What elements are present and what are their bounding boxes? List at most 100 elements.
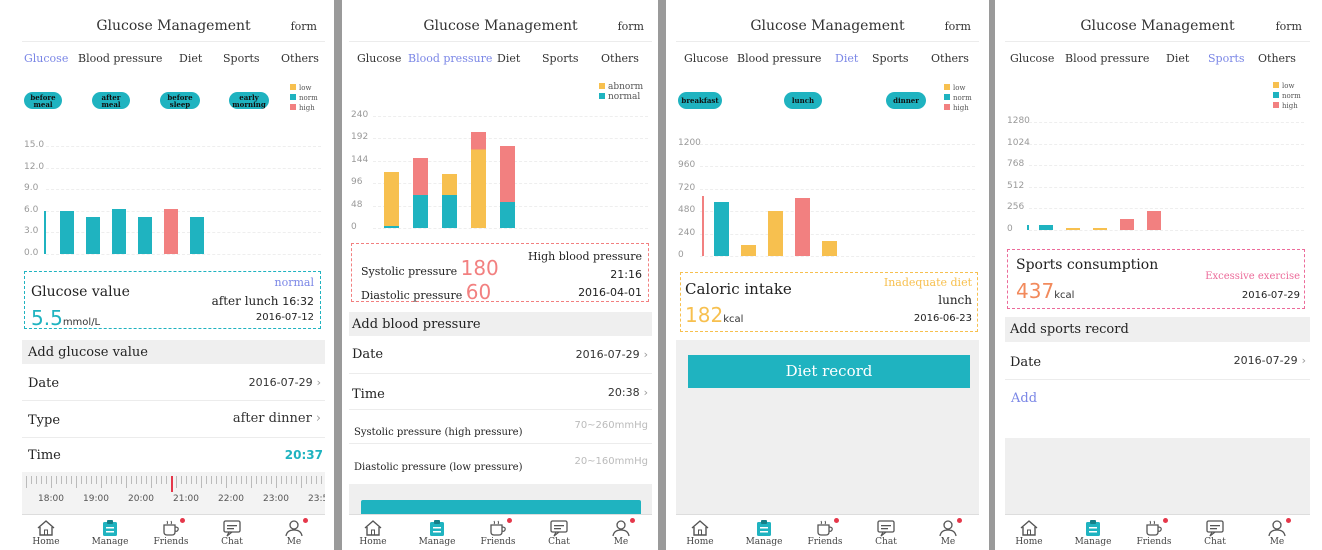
tab-sports[interactable]: Sports bbox=[872, 52, 909, 65]
chart-bar[interactable] bbox=[714, 201, 729, 256]
form-button[interactable]: form bbox=[945, 20, 971, 33]
tab-glucose[interactable]: Glucose bbox=[1010, 52, 1054, 65]
nav-manage[interactable]: Manage bbox=[744, 519, 784, 547]
pill-before-sleep[interactable]: before sleep bbox=[160, 92, 200, 109]
date-row[interactable]: Date 2016-07-29 › bbox=[1005, 342, 1310, 380]
chart-bar[interactable] bbox=[190, 217, 204, 254]
nav-friends[interactable]: Friends bbox=[1134, 518, 1174, 547]
blood-pressure-card[interactable]: Systolic pressure 180 Diastolic pressure… bbox=[351, 243, 649, 304]
chart-bar[interactable] bbox=[1147, 210, 1161, 230]
tab-others[interactable]: Others bbox=[281, 52, 319, 65]
chart-bar[interactable] bbox=[60, 210, 74, 254]
tab-diet[interactable]: Diet bbox=[497, 52, 520, 65]
pill-after-meal[interactable]: after meal bbox=[92, 92, 130, 109]
date-row[interactable]: Date 2016-07-29 › bbox=[349, 336, 652, 374]
chart-bar-abnormal[interactable] bbox=[471, 132, 486, 228]
pill-dinner[interactable]: dinner bbox=[886, 92, 926, 109]
pill-lunch[interactable]: lunch bbox=[784, 92, 822, 109]
add-link[interactable]: Add bbox=[1011, 391, 1037, 406]
systolic-input-row[interactable]: Systolic pressure (high pressure) 70~260… bbox=[349, 410, 652, 444]
nav-me[interactable]: Me bbox=[274, 518, 314, 547]
nav-friends[interactable]: Friends bbox=[805, 518, 845, 547]
caloric-intake-card[interactable]: Caloric intake Inadequate diet lunch 182… bbox=[680, 272, 978, 332]
chart-bar[interactable] bbox=[822, 241, 837, 256]
chart-bar-normal[interactable] bbox=[384, 225, 399, 228]
tab-diet[interactable]: Diet bbox=[835, 52, 858, 65]
diastolic-input-placeholder[interactable]: 20~160mmHg bbox=[574, 456, 648, 467]
chart-bar-normal[interactable] bbox=[413, 195, 428, 228]
systolic-input-placeholder[interactable]: 70~260mmHg bbox=[574, 420, 648, 431]
ruler-cursor[interactable] bbox=[171, 476, 173, 492]
nav-me[interactable]: Me bbox=[1257, 518, 1297, 547]
form-button[interactable]: form bbox=[291, 20, 317, 33]
chart-bar[interactable] bbox=[768, 211, 783, 256]
date-row[interactable]: Date 2016-07-29 › bbox=[22, 364, 325, 401]
nav-chat[interactable]: Chat bbox=[539, 519, 579, 547]
tab-diet[interactable]: Diet bbox=[1166, 52, 1189, 65]
nav-friends[interactable]: Friends bbox=[478, 518, 518, 547]
nav-home[interactable]: Home bbox=[26, 519, 66, 547]
sports-consumption-card[interactable]: Sports consumption Excessive exercise 43… bbox=[1007, 249, 1305, 309]
chart-bar[interactable] bbox=[741, 244, 756, 256]
tab-others[interactable]: Others bbox=[601, 52, 639, 65]
tab-sports[interactable]: Sports bbox=[542, 52, 579, 65]
chart-bar-normal[interactable] bbox=[500, 202, 515, 228]
chart-bar-abnormal[interactable] bbox=[384, 172, 399, 226]
y-tick-label: 6.0 bbox=[24, 204, 39, 215]
chart-bar-abnormal[interactable] bbox=[500, 146, 515, 203]
status-label: Excessive exercise bbox=[1205, 271, 1300, 282]
tab-blood-pressure[interactable]: Blood pressure bbox=[78, 52, 162, 65]
type-row[interactable]: Type after dinner › bbox=[22, 401, 325, 438]
chart-bar[interactable] bbox=[164, 208, 178, 254]
tab-blood-pressure[interactable]: Blood pressure bbox=[1065, 52, 1149, 65]
nav-home[interactable]: Home bbox=[353, 519, 393, 547]
app-header: Glucose Management form bbox=[676, 8, 979, 42]
chart-bar-abnormal[interactable] bbox=[413, 158, 428, 196]
diastolic-input-row[interactable]: Diastolic pressure (low pressure) 20~160… bbox=[349, 444, 652, 484]
chart-bar[interactable] bbox=[112, 208, 126, 254]
tab-glucose[interactable]: Glucose bbox=[357, 52, 401, 65]
chevron-right-icon: › bbox=[643, 386, 648, 399]
y-tick-label: 240 bbox=[351, 110, 369, 120]
pill-before-meal[interactable]: before meal bbox=[24, 92, 62, 109]
tab-blood-pressure[interactable]: Blood pressure bbox=[737, 52, 821, 65]
chart-bar[interactable] bbox=[138, 217, 152, 254]
form-button[interactable]: form bbox=[1276, 20, 1302, 33]
nav-home[interactable]: Home bbox=[680, 519, 720, 547]
diet-record-button[interactable]: Diet record bbox=[688, 355, 970, 388]
pill-breakfast[interactable]: breakfast bbox=[678, 92, 722, 109]
tab-sports[interactable]: Sports bbox=[223, 52, 260, 65]
tab-glucose[interactable]: Glucose bbox=[24, 52, 68, 65]
nav-manage[interactable]: Manage bbox=[90, 519, 130, 547]
pill-early-morning[interactable]: early morning bbox=[229, 92, 269, 109]
glucose-value-card[interactable]: Glucose value normal after lunch 16:32 5… bbox=[24, 271, 321, 330]
time-row[interactable]: Time 20:38 › bbox=[349, 374, 652, 410]
chart-bar[interactable] bbox=[1039, 224, 1053, 230]
chart-bar[interactable] bbox=[1120, 219, 1134, 230]
nav-me[interactable]: Me bbox=[928, 518, 968, 547]
chart-bar[interactable] bbox=[1093, 228, 1107, 230]
nav-chat[interactable]: Chat bbox=[1195, 519, 1235, 547]
nav-manage[interactable]: Manage bbox=[1073, 519, 1113, 547]
chart-bar-normal[interactable] bbox=[442, 195, 457, 228]
nav-chat[interactable]: Chat bbox=[866, 519, 906, 547]
nav-chat[interactable]: Chat bbox=[212, 519, 252, 547]
tab-sports[interactable]: Sports bbox=[1208, 52, 1245, 65]
legend-high-label: high bbox=[299, 104, 315, 112]
ruler-tick bbox=[51, 476, 52, 488]
tab-blood-pressure[interactable]: Blood pressure bbox=[408, 52, 492, 65]
tab-others[interactable]: Others bbox=[1258, 52, 1296, 65]
nav-manage[interactable]: Manage bbox=[417, 519, 457, 547]
chart-bar[interactable] bbox=[795, 198, 810, 256]
tab-glucose[interactable]: Glucose bbox=[684, 52, 728, 65]
chart-bar-abnormal[interactable] bbox=[442, 174, 457, 196]
chart-bar[interactable] bbox=[86, 217, 100, 254]
form-button[interactable]: form bbox=[618, 20, 644, 33]
nav-friends[interactable]: Friends bbox=[151, 518, 191, 547]
nav-me[interactable]: Me bbox=[601, 518, 641, 547]
nav-home[interactable]: Home bbox=[1009, 519, 1049, 547]
chart-bar[interactable] bbox=[1066, 228, 1080, 230]
time-ruler-slider[interactable]: 18:00 19:00 20:00 21:00 22:00 23:00 23:5 bbox=[22, 472, 325, 514]
tab-diet[interactable]: Diet bbox=[179, 52, 202, 65]
tab-others[interactable]: Others bbox=[931, 52, 969, 65]
